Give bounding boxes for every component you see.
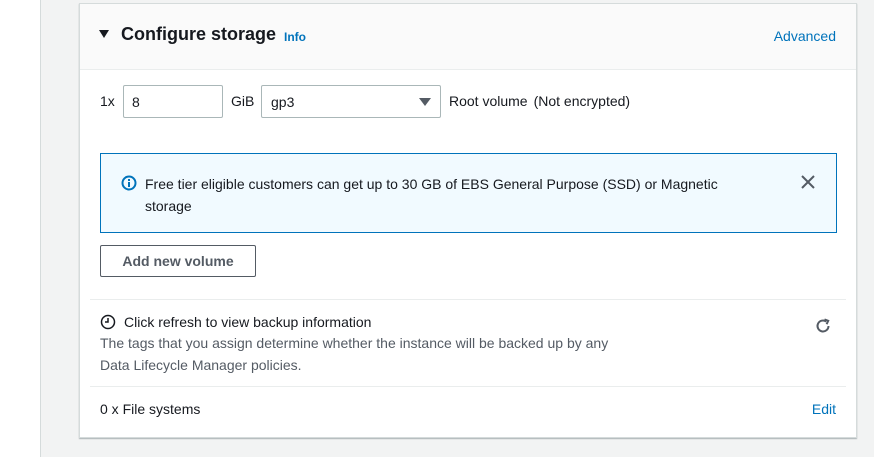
volume-type-select[interactable]: gp3 [261, 85, 441, 118]
edit-file-systems-link[interactable]: Edit [812, 401, 836, 417]
root-volume-text: Root volume [449, 93, 528, 109]
info-link[interactable]: Info [284, 30, 306, 44]
caret-down-icon[interactable] [99, 30, 109, 38]
volume-size-input[interactable] [123, 85, 223, 118]
chevron-down-icon [419, 98, 431, 106]
volume-unit-label: GiB [231, 93, 255, 109]
panel-title: Configure storage [121, 24, 277, 44]
alert-message: Free tier eligible customers can get up … [145, 176, 718, 214]
volume-quantity-prefix: 1x [100, 93, 115, 109]
volume-type-value: gp3 [271, 94, 295, 110]
close-icon[interactable] [800, 174, 816, 190]
panel-header: Configure storage Info Advanced [80, 4, 856, 70]
encryption-status: (Not encrypted) [533, 93, 631, 109]
add-new-volume-button[interactable]: Add new volume [100, 245, 256, 277]
divider [90, 299, 846, 300]
divider [90, 386, 846, 387]
advanced-link[interactable]: Advanced [774, 28, 836, 44]
free-tier-alert: Free tier eligible customers can get up … [100, 153, 837, 233]
left-rail [0, 0, 41, 457]
configure-storage-panel: Configure storage Info Advanced 1x GiB g… [79, 3, 857, 438]
root-volume-label: Root volume (Not encrypted) [449, 93, 630, 109]
backup-info-description: The tags that you assign determine wheth… [100, 335, 609, 373]
clock-icon [100, 314, 116, 330]
info-circle-icon [121, 175, 137, 191]
file-systems-label: 0 x File systems [100, 401, 201, 417]
backup-info-title: Click refresh to view backup information [124, 314, 372, 330]
refresh-icon[interactable] [814, 317, 832, 335]
